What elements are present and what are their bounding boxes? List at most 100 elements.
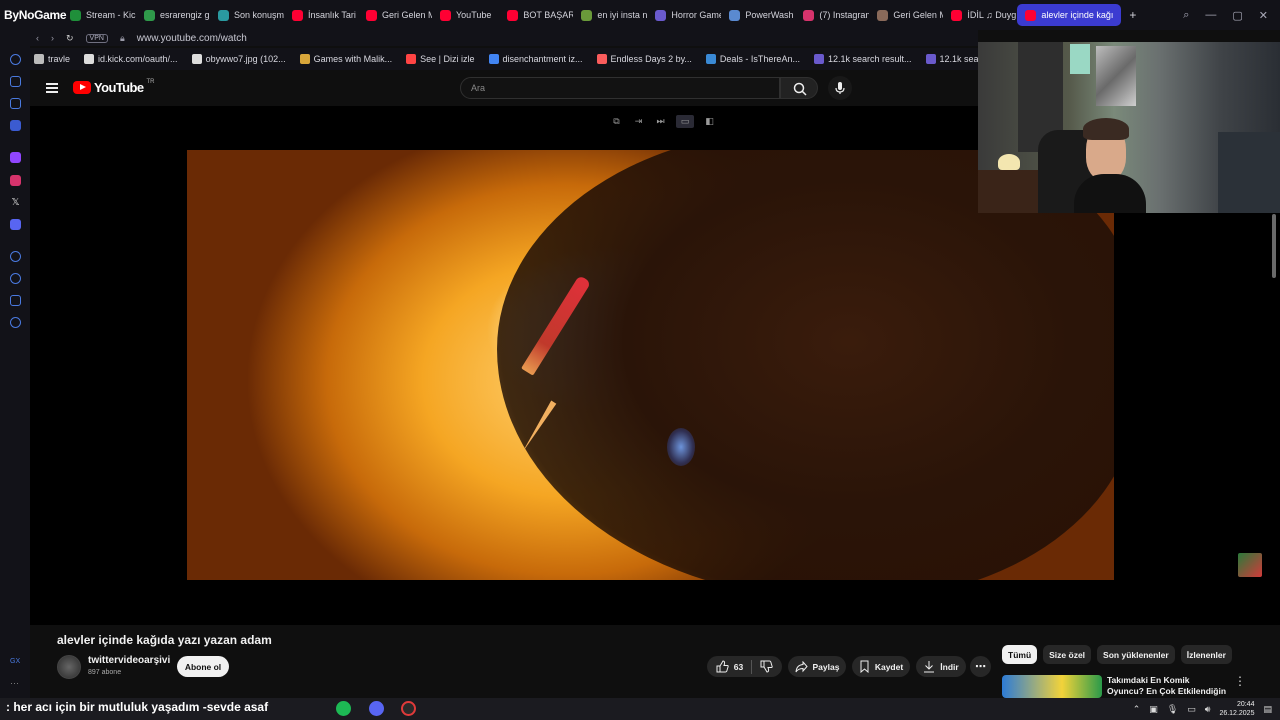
address-bar: ‹ › ↻ VPN 🔒︎ www.youtube.com/watch bbox=[30, 30, 978, 46]
pip-icon[interactable]: ⧉ bbox=[610, 115, 623, 128]
bookmark-item[interactable]: obywwo7.jpg (102... bbox=[191, 54, 286, 64]
shopping-icon[interactable] bbox=[10, 76, 21, 87]
search-button[interactable] bbox=[780, 77, 818, 99]
voice-search-button[interactable] bbox=[828, 76, 852, 100]
next-icon[interactable]: ⏭ bbox=[654, 115, 667, 128]
tab-label: İnsanlık Tari bbox=[308, 10, 356, 20]
filter-chip[interactable]: Tümü bbox=[1002, 645, 1038, 664]
clock[interactable]: 20:44 26.12.2025 bbox=[1219, 700, 1254, 718]
filter-chip[interactable]: Size özel bbox=[1043, 645, 1092, 664]
gx-icon[interactable]: GX bbox=[10, 656, 21, 667]
notification-icon[interactable]: ▤ bbox=[1263, 704, 1272, 715]
more-actions-button[interactable]: ⋯ bbox=[970, 656, 991, 677]
browser-tab[interactable]: BOT BAŞARI bbox=[499, 4, 573, 26]
discord-icon[interactable] bbox=[10, 219, 21, 230]
bookmark-item[interactable]: travle bbox=[34, 54, 70, 64]
theater-icon[interactable]: ◧ bbox=[703, 115, 716, 128]
bookmark-item[interactable]: 12.1k search result... bbox=[813, 54, 912, 64]
corner-channel-badge[interactable] bbox=[1238, 553, 1262, 577]
browser-tab[interactable]: en iyi insta n bbox=[573, 4, 647, 26]
download-button[interactable]: İndir bbox=[916, 656, 966, 677]
chevron-up-icon[interactable]: ⌃ bbox=[1133, 704, 1141, 715]
bookmark-item[interactable]: Endless Days 2 by... bbox=[596, 54, 692, 64]
browser-tab[interactable]: (7) Instagran bbox=[795, 4, 869, 26]
browser-tab[interactable]: Son konuşm bbox=[210, 4, 284, 26]
bookmark-item[interactable]: disenchantment iz... bbox=[488, 54, 583, 64]
bookmark-favicon-icon bbox=[705, 54, 716, 64]
back-icon[interactable]: ‹ bbox=[36, 33, 39, 43]
volume-icon[interactable]: 🔊︎ bbox=[1205, 704, 1211, 715]
bookmark-item[interactable]: See | Dizi izle bbox=[406, 54, 475, 64]
thumbs-down-icon[interactable] bbox=[760, 660, 773, 673]
bookmark-item[interactable]: id.kick.com/oauth/... bbox=[84, 54, 178, 64]
reload-icon[interactable]: ↻ bbox=[66, 33, 74, 44]
save-button[interactable]: Kaydet bbox=[852, 656, 910, 677]
bookmark-item[interactable]: Deals - IsThereAn... bbox=[705, 54, 800, 64]
close-icon[interactable]: ✕ bbox=[1259, 9, 1268, 22]
browser-tab[interactable]: Geri Gelen M bbox=[358, 4, 432, 26]
url-field[interactable]: www.youtube.com/watch bbox=[137, 33, 247, 44]
browser-tab[interactable]: PowerWash bbox=[721, 4, 795, 26]
filter-chip[interactable]: Son yüklenenler bbox=[1097, 645, 1175, 664]
twitch-icon[interactable] bbox=[10, 152, 21, 163]
forward-icon[interactable]: › bbox=[51, 33, 54, 43]
app-icon[interactable] bbox=[10, 120, 21, 131]
spotify-icon[interactable] bbox=[336, 701, 351, 716]
browser-tab[interactable]: İnsanlık Tari bbox=[284, 4, 358, 26]
tab-label: esrarengiz g bbox=[160, 10, 210, 20]
opera-gx-taskbar-icon[interactable] bbox=[401, 701, 416, 716]
tray-app-icon[interactable]: ▣ bbox=[1149, 704, 1158, 715]
subscribe-button[interactable]: Abone ol bbox=[177, 656, 229, 677]
browser-tab[interactable]: Geri Gelen M bbox=[869, 4, 943, 26]
browser-tab[interactable]: alevler içinde kağı bbox=[1017, 4, 1122, 26]
x-icon[interactable]: 𝕏 bbox=[10, 197, 21, 208]
more-icon[interactable]: ··· bbox=[10, 678, 21, 689]
browser-tab[interactable]: YouTube bbox=[432, 4, 499, 26]
subscriber-count: 897 abone bbox=[88, 669, 122, 676]
player-icon[interactable] bbox=[10, 251, 21, 262]
recommendation-more-icon[interactable]: ⋮ bbox=[1234, 674, 1246, 688]
browser-brand: ByNoGame bbox=[4, 8, 67, 22]
browser-tab[interactable]: Horror Game bbox=[647, 4, 721, 26]
settings-icon[interactable] bbox=[10, 317, 21, 328]
search-icon bbox=[793, 82, 807, 96]
browser-tab[interactable]: İDİL ♫ Duyg bbox=[943, 4, 1017, 26]
instagram-icon[interactable] bbox=[10, 175, 21, 186]
search-input[interactable]: Ara bbox=[460, 77, 780, 99]
speed-icon[interactable]: ▭ bbox=[676, 115, 694, 128]
bookmark-label: Games with Malik... bbox=[313, 54, 393, 64]
tab-favicon-icon bbox=[440, 9, 451, 21]
browser-tab[interactable]: esrarengiz g bbox=[136, 4, 210, 26]
video-frame[interactable] bbox=[187, 150, 1114, 580]
video-blue-flame bbox=[667, 428, 695, 466]
minimize-icon[interactable]: — bbox=[1205, 9, 1216, 21]
youtube-logo[interactable]: YouTube TR bbox=[73, 79, 154, 95]
webcam-shirt bbox=[1074, 174, 1146, 213]
recommendation-thumbnail[interactable] bbox=[1002, 675, 1102, 698]
search-icon[interactable]: ⌕ bbox=[1183, 9, 1189, 22]
extensions-icon[interactable] bbox=[10, 295, 21, 306]
maximize-icon[interactable]: ▢ bbox=[1232, 9, 1242, 22]
new-tab-button[interactable]: + bbox=[1121, 4, 1144, 26]
vpn-badge[interactable]: VPN bbox=[85, 33, 108, 43]
channel-avatar[interactable] bbox=[57, 655, 81, 679]
bookmark-item[interactable]: Games with Malik... bbox=[299, 54, 393, 64]
channel-name[interactable]: twittervideoarşivi bbox=[88, 655, 170, 666]
messenger-icon[interactable] bbox=[10, 98, 21, 109]
like-dislike-group: 63 bbox=[707, 656, 782, 677]
tab-label: en iyi insta n bbox=[597, 10, 648, 20]
filter-chip[interactable]: İzlenenler bbox=[1180, 645, 1232, 664]
exit-icon[interactable]: ⇥ bbox=[632, 115, 645, 128]
microphone-tray-icon[interactable]: 🎙︎ bbox=[1167, 704, 1178, 715]
hamburger-menu-icon[interactable] bbox=[46, 83, 58, 93]
webcam-green-light bbox=[1070, 44, 1090, 74]
scrollbar-thumb[interactable] bbox=[1272, 214, 1276, 278]
like-button[interactable]: 63 bbox=[716, 660, 743, 673]
share-button[interactable]: Paylaş bbox=[788, 656, 846, 677]
display-icon[interactable]: ▭ bbox=[1187, 704, 1196, 715]
clock-icon[interactable] bbox=[10, 273, 21, 284]
more-horizontal-icon: ⋯ bbox=[975, 661, 986, 673]
history-icon[interactable] bbox=[10, 54, 21, 65]
browser-tab[interactable]: Stream - Kick bbox=[62, 4, 136, 26]
discord-taskbar-icon[interactable] bbox=[369, 701, 384, 716]
